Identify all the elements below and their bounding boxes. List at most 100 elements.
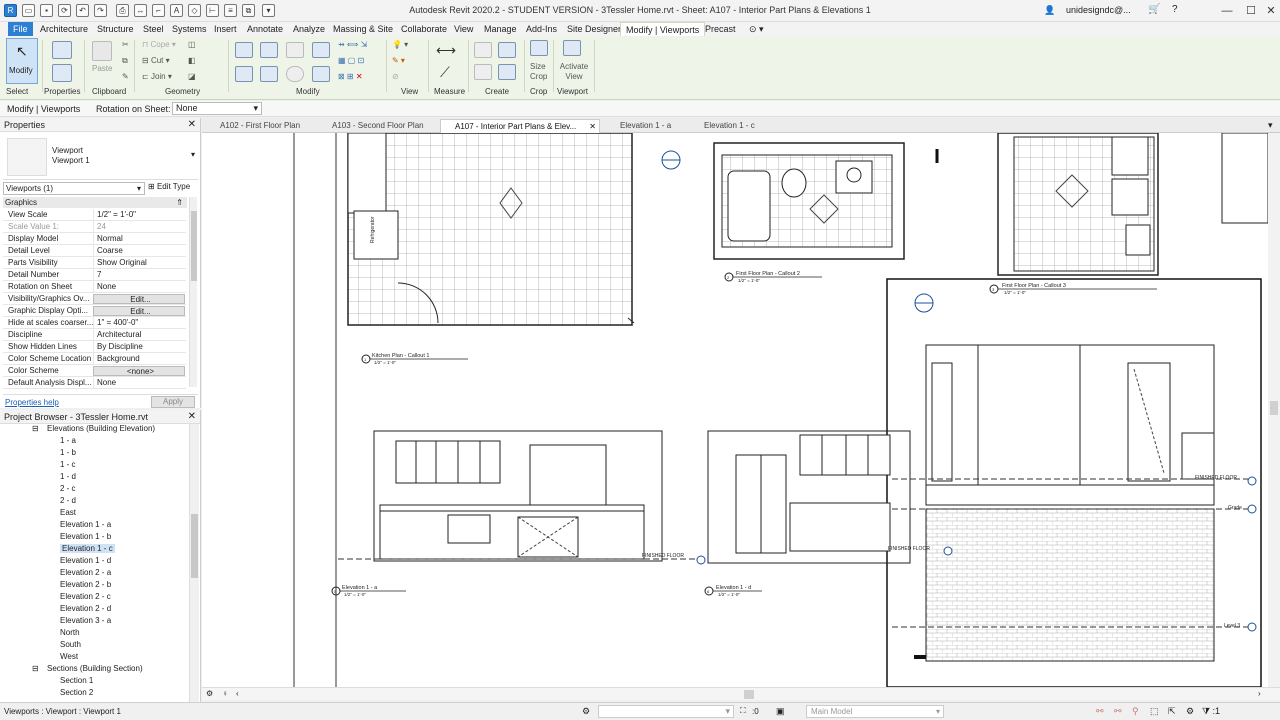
- user-name[interactable]: unidesigndc@...: [1066, 5, 1131, 15]
- join-button[interactable]: ⊏ Join ▾: [142, 72, 172, 81]
- array-icon[interactable]: ▦ ▢ ⊡: [338, 56, 364, 65]
- tab-annotate[interactable]: Annotate: [242, 22, 288, 36]
- cut-geometry-button[interactable]: ⊟ Cut ▾: [142, 56, 170, 65]
- reveal-hidden-icon[interactable]: ♀: [222, 689, 228, 698]
- property-edit-button[interactable]: <none>: [93, 366, 185, 376]
- tree-item-elevation[interactable]: 1 - d: [60, 472, 76, 481]
- section-icon[interactable]: ⊢: [206, 4, 219, 17]
- workset-select[interactable]: ▾: [598, 705, 734, 718]
- tree-item-elevation[interactable]: 1 - c: [60, 460, 76, 469]
- match-icon[interactable]: ✎: [122, 72, 129, 81]
- tab-architecture[interactable]: Architecture: [35, 22, 93, 36]
- tree-item-elevation[interactable]: Elevation 2 - a: [60, 568, 111, 577]
- tab-site-designer[interactable]: Site Designer: [562, 22, 626, 36]
- tab-a103[interactable]: A103 - Second Floor Plan: [318, 119, 438, 133]
- select-underlay-icon[interactable]: ⚯: [1114, 706, 1122, 717]
- tab-file[interactable]: File: [8, 22, 33, 36]
- rotation-select[interactable]: None ▾: [172, 102, 262, 115]
- copy-element-icon[interactable]: [260, 66, 278, 82]
- scale-icon[interactable]: ⊠ ⊞ ✕: [338, 72, 363, 81]
- property-row[interactable]: Show Hidden Lines By Discipline: [3, 341, 186, 353]
- property-row[interactable]: Parts Visibility Show Original: [3, 257, 186, 269]
- property-row[interactable]: Scale Value 1: 24: [3, 221, 186, 233]
- tree-item-elevation[interactable]: Elevation 1 - b: [60, 532, 111, 541]
- cut-icon[interactable]: ✂: [122, 40, 129, 49]
- tree-item-elevation[interactable]: 1 - a: [60, 436, 76, 445]
- property-value[interactable]: None: [93, 281, 185, 293]
- hide-icon[interactable]: 💡 ▾: [392, 40, 408, 49]
- tab-systems[interactable]: Systems: [167, 22, 212, 36]
- save-icon[interactable]: ▪: [40, 4, 53, 17]
- property-row[interactable]: Display Model Normal: [3, 233, 186, 245]
- close-button[interactable]: ✕: [1260, 2, 1280, 20]
- property-value[interactable]: Architectural: [93, 329, 185, 341]
- apply-button[interactable]: Apply: [151, 396, 195, 408]
- tree-item-section[interactable]: Section 2: [60, 688, 93, 697]
- panel-select[interactable]: Select: [6, 87, 28, 96]
- tree-item-elevation[interactable]: South: [60, 640, 81, 649]
- property-row[interactable]: Default Analysis Displ... None: [3, 377, 186, 389]
- mirror-draw-icon[interactable]: [312, 42, 330, 58]
- dimension-tool-icon[interactable]: ⟋: [440, 64, 450, 81]
- close-icon[interactable]: ✕: [188, 410, 196, 424]
- tab-manage[interactable]: Manage: [479, 22, 522, 36]
- property-row[interactable]: Rotation on Sheet None: [3, 281, 186, 293]
- property-row[interactable]: Visibility/Graphics Ov... Edit...: [3, 293, 186, 305]
- property-row[interactable]: Color Scheme Location Background: [3, 353, 186, 365]
- modify-button[interactable]: ↖ Modify: [6, 38, 38, 84]
- callout-2-view[interactable]: [661, 142, 939, 260]
- canvas-vertical-scrollbar[interactable]: [1268, 133, 1280, 687]
- selected-viewport[interactable]: [886, 278, 1262, 687]
- properties-icon[interactable]: [52, 64, 72, 82]
- linework-icon[interactable]: ⊘: [392, 72, 399, 81]
- property-row[interactable]: Color Scheme <none>: [3, 365, 186, 377]
- redo-icon[interactable]: ↷: [94, 4, 107, 17]
- create-parts-icon[interactable]: [474, 64, 492, 80]
- drawing-canvas[interactable]: Refrigerator 1 Kitchen Plan - Callout 1 …: [202, 133, 1268, 687]
- trim-icon[interactable]: [312, 66, 330, 82]
- tree-item-elevation[interactable]: Elevation 2 - d: [60, 604, 111, 613]
- property-value[interactable]: Coarse: [93, 245, 185, 257]
- ribbon-options-icon[interactable]: ⊙ ▾: [744, 22, 769, 36]
- tab-a107[interactable]: A107 - Interior Part Plans & Elev... ✕: [440, 119, 600, 133]
- tree-item-elevation[interactable]: East: [60, 508, 76, 517]
- split-face-icon[interactable]: ◧: [188, 56, 196, 65]
- collapse-toggle-icon[interactable]: ⊟: [32, 424, 39, 433]
- tab-modify-viewports[interactable]: Modify | Viewports: [620, 22, 706, 36]
- undo-icon[interactable]: ↶: [76, 4, 89, 17]
- property-row[interactable]: Hide at scales coarser... 1" = 400'-0": [3, 317, 186, 329]
- tabs-menu-icon[interactable]: ▾: [1268, 120, 1273, 131]
- property-row[interactable]: Detail Number 7: [3, 269, 186, 281]
- rotate-icon[interactable]: [286, 66, 304, 82]
- browser-scrollbar[interactable]: [189, 424, 199, 702]
- tree-group-sections[interactable]: Sections (Building Section): [47, 664, 143, 673]
- design-options-icon[interactable]: ▣: [776, 706, 785, 717]
- tree-item-elevation[interactable]: Elevation 2 - c: [60, 592, 111, 601]
- type-selector[interactable]: Viewport Viewport 1 ▾: [3, 134, 198, 180]
- measure-icon[interactable]: ↔: [134, 4, 147, 17]
- paste-icon[interactable]: [92, 41, 112, 61]
- tab-precast[interactable]: Precast: [700, 22, 741, 36]
- size-crop-icon[interactable]: [530, 40, 548, 56]
- split-icon[interactable]: ⇸ ⟺ ⇲: [338, 40, 367, 49]
- elevation-1a-view[interactable]: [373, 430, 663, 562]
- tree-item-elevation[interactable]: Elevation 1 - c: [60, 544, 115, 553]
- tab-add-ins[interactable]: Add-Ins: [521, 22, 562, 36]
- tree-group-elevations[interactable]: Elevations (Building Elevation): [47, 424, 155, 433]
- property-value[interactable]: 24: [93, 221, 185, 233]
- offset-icon[interactable]: [260, 42, 278, 58]
- activate-view-icon[interactable]: [563, 40, 581, 56]
- tab-steel[interactable]: Steel: [138, 22, 169, 36]
- user-icon[interactable]: 👤: [1044, 5, 1055, 16]
- create-assembly-icon[interactable]: [474, 42, 492, 58]
- tab-elevation-1a[interactable]: Elevation 1 - a: [606, 119, 688, 133]
- horizontal-scroll-thumb[interactable]: [744, 690, 754, 699]
- property-edit-button[interactable]: Edit...: [93, 294, 185, 304]
- dimension-icon[interactable]: ⌐: [152, 4, 165, 17]
- help-icon[interactable]: ?: [1172, 4, 1178, 15]
- tree-item-section[interactable]: Section 1: [60, 676, 93, 685]
- mirror-axis-icon[interactable]: [286, 42, 304, 58]
- copy-icon[interactable]: ⧉: [122, 56, 128, 66]
- tree-item-elevation[interactable]: 1 - b: [60, 448, 76, 457]
- create-group-icon[interactable]: [498, 42, 516, 58]
